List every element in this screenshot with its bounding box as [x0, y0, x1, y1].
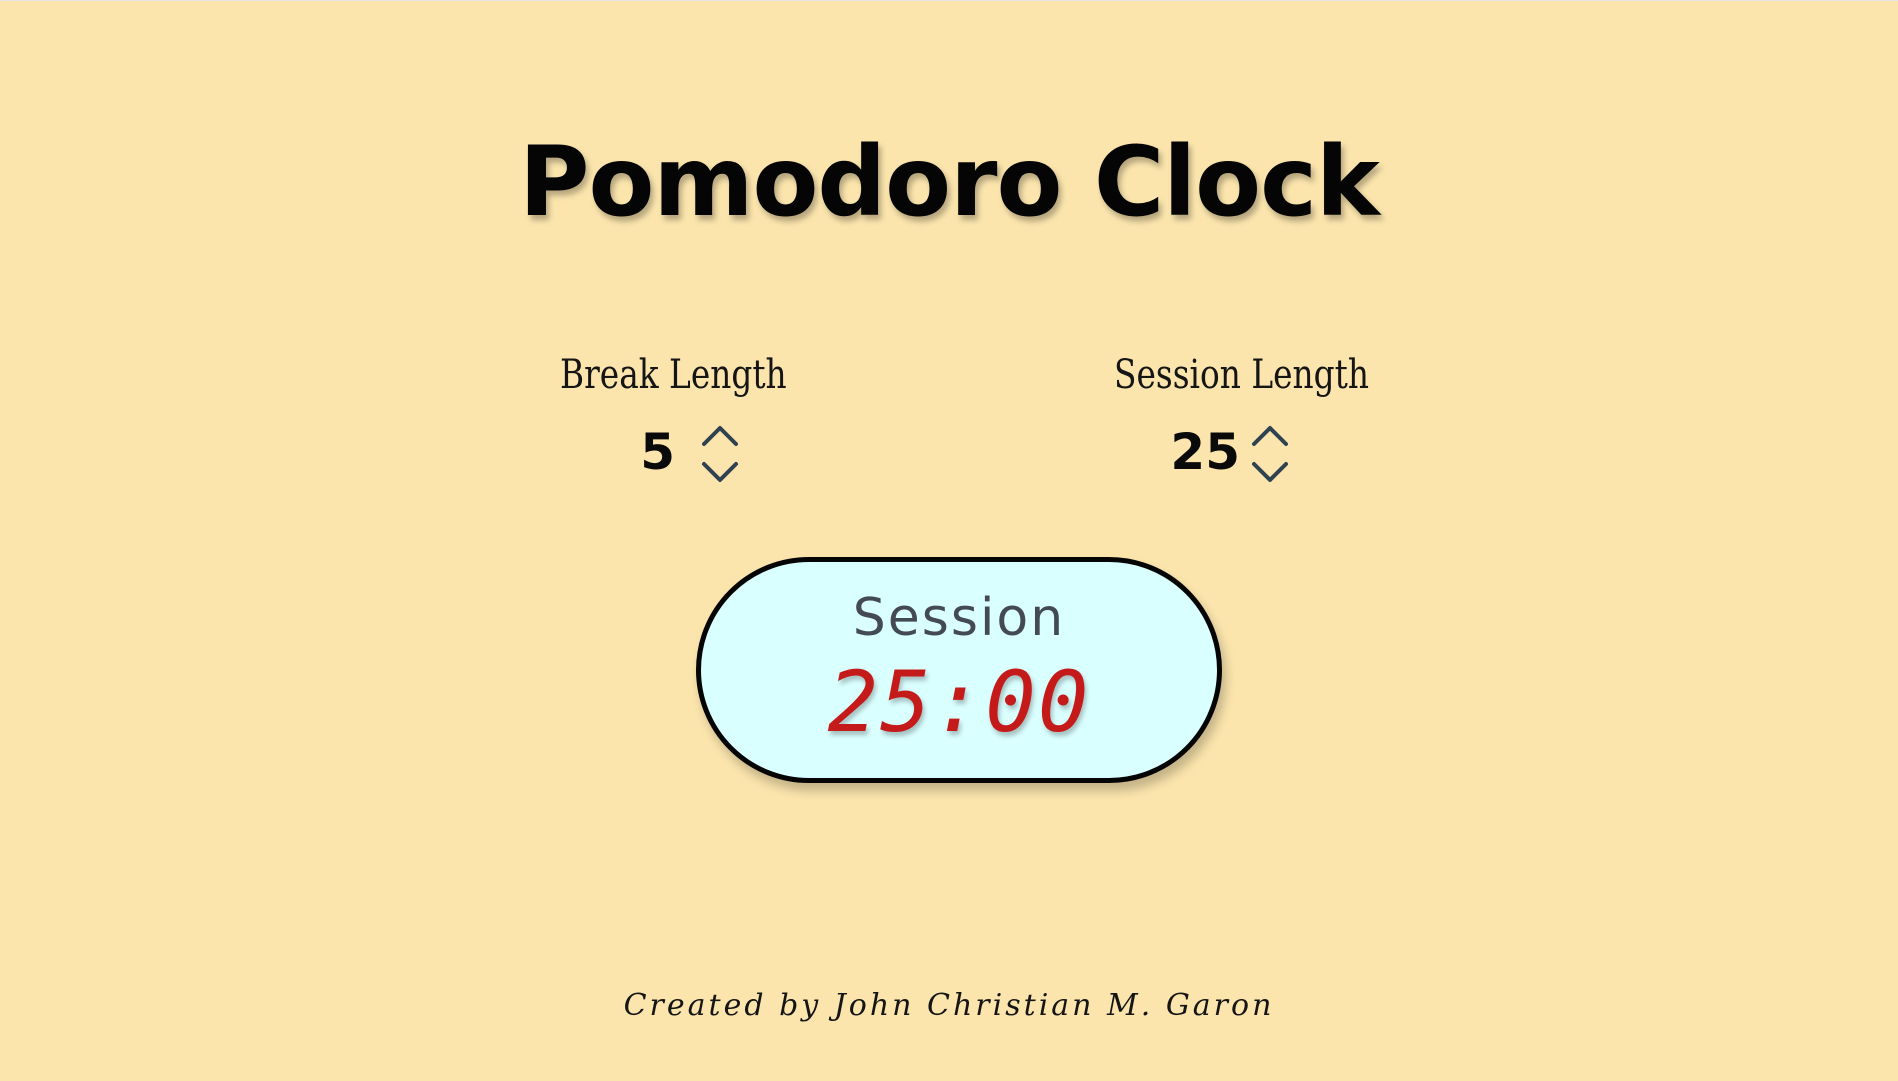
session-length-value: 25: [1170, 423, 1240, 481]
footer-credit: Created by John Christian M. Garon: [623, 988, 1275, 1023]
timer-display[interactable]: Session 25:00: [696, 557, 1222, 783]
break-decrement-button[interactable]: [698, 456, 742, 490]
top-divider: [0, 0, 1898, 1]
chevron-up-icon: [702, 426, 738, 446]
page-title: Pomodoro Clock: [519, 126, 1380, 238]
break-increment-button[interactable]: [698, 418, 742, 452]
chevron-down-icon: [702, 462, 738, 482]
break-length-label: Break Length: [560, 352, 787, 398]
session-length-label: Session Length: [1114, 352, 1369, 398]
session-increment-button[interactable]: [1248, 418, 1292, 452]
chevron-down-icon: [1252, 462, 1288, 482]
chevron-up-icon: [1252, 426, 1288, 446]
timer-mode-label: Session: [852, 588, 1066, 648]
session-decrement-button[interactable]: [1248, 456, 1292, 490]
break-length-value: 5: [640, 423, 675, 481]
timer-countdown: 25:00: [827, 653, 1091, 751]
